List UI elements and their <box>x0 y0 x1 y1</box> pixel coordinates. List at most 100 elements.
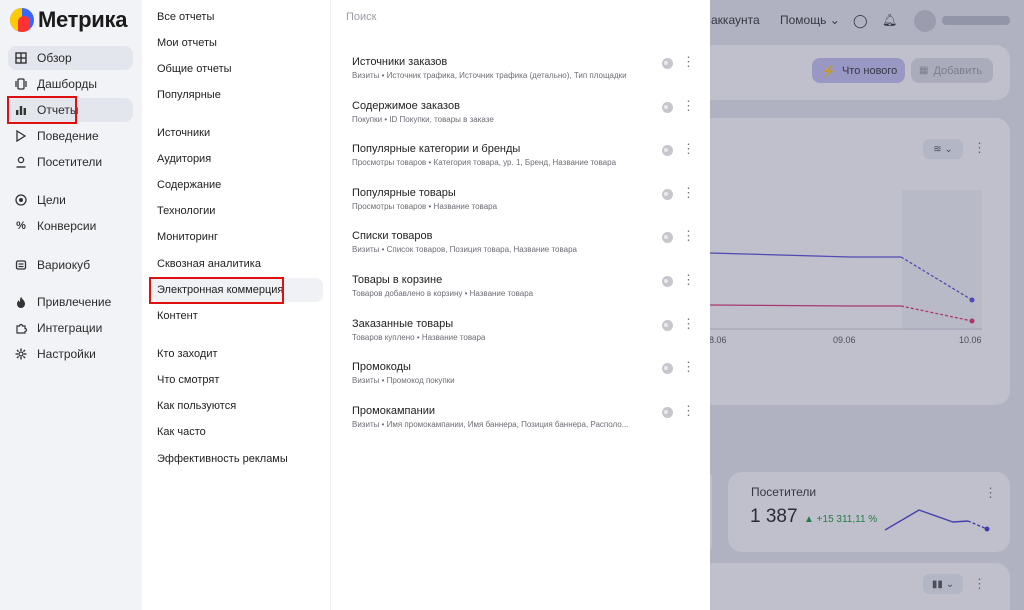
report-subtitle: Покупки • ID Покупки, товары в заказе <box>352 115 494 124</box>
category-how-often[interactable]: Как часто <box>151 420 323 444</box>
category-content[interactable]: Контент <box>151 304 323 328</box>
report-title: Промокоды <box>352 361 411 373</box>
rail-item-settings[interactable]: Настройки <box>8 342 133 366</box>
report-item[interactable]: Промокампании Визиты • Имя промокампании… <box>352 404 695 429</box>
chat-icon[interactable]: ◯ <box>853 13 868 29</box>
category-content-pages[interactable]: Содержание <box>151 173 323 197</box>
more-vert-icon[interactable]: ⋮ <box>682 186 695 199</box>
globe-icon[interactable] <box>662 232 673 243</box>
metrika-logo[interactable]: Метрика <box>10 7 127 33</box>
globe-icon[interactable] <box>662 363 673 374</box>
bottom-chart-type-select[interactable]: ▮▮ ⌄ <box>923 574 963 594</box>
left-rail: Метрика Обзор Дашборды Отчеты Поведение … <box>0 0 142 610</box>
report-subtitle: Товаров добавлено в корзину • Название т… <box>352 289 534 298</box>
metrika-logo-icon <box>10 8 34 32</box>
avatar[interactable] <box>914 10 936 32</box>
rail-item-behavior[interactable]: Поведение <box>8 124 133 148</box>
chart-type-select[interactable]: ≋ ⌄ <box>923 139 963 159</box>
rail-item-label: Дашборды <box>37 77 97 91</box>
axis-label: 8.06 <box>709 335 727 345</box>
axis-label: 10.06 <box>959 335 982 345</box>
rail-item-label: Вариокуб <box>37 258 91 272</box>
kpi-title: Посетители <box>751 485 817 499</box>
grid-icon <box>14 51 28 65</box>
category-my-reports[interactable]: Мои отчеты <box>151 31 323 55</box>
report-item[interactable]: Источники заказов Визиты • Источник траф… <box>352 55 695 80</box>
report-item[interactable]: Содержимое заказов Покупки • ID Покупки,… <box>352 99 695 124</box>
globe-icon[interactable] <box>662 320 673 331</box>
category-sources[interactable]: Источники <box>151 121 323 145</box>
globe-icon[interactable] <box>662 189 673 200</box>
report-item[interactable]: Популярные категории и бренды Просмотры … <box>352 142 695 167</box>
report-subtitle: Просмотры товаров • Категория товара, ур… <box>352 158 617 167</box>
report-item[interactable]: Популярные товары Просмотры товаров • На… <box>352 186 695 211</box>
logo-text: Метрика <box>38 7 128 32</box>
kpi-value: 1 387 <box>750 506 798 527</box>
globe-icon[interactable] <box>662 407 673 418</box>
report-subtitle: Визиты • Имя промокампании, Имя баннера,… <box>352 420 629 429</box>
globe-icon[interactable] <box>662 102 673 113</box>
whats-new-button[interactable]: ⚡ Что нового <box>812 58 905 83</box>
category-all-reports[interactable]: Все отчеты <box>151 5 323 29</box>
person-icon <box>14 155 28 169</box>
more-vert-icon[interactable]: ⋮ <box>682 404 695 417</box>
rail-item-goals[interactable]: Цели <box>8 188 133 212</box>
category-what-they-view[interactable]: Что смотрят <box>151 368 323 392</box>
category-shared-reports[interactable]: Общие отчеты <box>151 57 323 81</box>
more-vert-icon[interactable]: ⋮ <box>682 229 695 242</box>
report-item[interactable]: Списки товаров Визиты • Список товаров, … <box>352 229 695 254</box>
bell-icon[interactable]: 🔔︎ <box>882 13 897 27</box>
gear-icon <box>14 347 28 361</box>
more-vert-icon[interactable]: ⋮ <box>682 99 695 112</box>
rail-item-label: Интеграции <box>37 321 103 335</box>
axis-label: 09.06 <box>833 335 856 345</box>
category-monitoring[interactable]: Мониторинг <box>151 225 323 249</box>
category-audience[interactable]: Аудитория <box>151 147 323 171</box>
more-vert-icon[interactable]: ⋮ <box>682 142 695 155</box>
report-subtitle: Визиты • Промокод покупки <box>352 376 455 385</box>
category-how-they-use[interactable]: Как пользуются <box>151 394 323 418</box>
more-vert-icon[interactable]: ⋮ <box>682 360 695 373</box>
topbar-account-link[interactable]: аккаунта <box>711 13 760 27</box>
rail-item-variocube[interactable]: Вариокуб <box>8 253 133 277</box>
category-end-to-end-analytics[interactable]: Сквозная аналитика <box>151 252 323 276</box>
category-ad-effectiveness[interactable]: Эффективность рекламы <box>151 447 323 471</box>
ecommerce-highlight-box <box>149 277 284 304</box>
report-title: Товары в корзине <box>352 274 443 286</box>
report-subtitle: Визиты • Источник трафика, Источник траф… <box>352 71 627 80</box>
more-vert-icon[interactable]: ⋮ <box>682 55 695 68</box>
globe-icon[interactable] <box>662 145 673 156</box>
cube-icon <box>14 258 28 272</box>
rail-item-label: Поведение <box>37 129 99 143</box>
more-vert-icon[interactable]: ⋮ <box>682 273 695 286</box>
reports-panel: Поиск Источники заказов Визиты • Источни… <box>331 0 710 610</box>
rail-item-conversions[interactable]: % Конверсии <box>8 214 133 238</box>
search-input[interactable]: Поиск <box>346 11 376 23</box>
category-technologies[interactable]: Технологии <box>151 199 323 223</box>
rail-item-dashboards[interactable]: Дашборды <box>8 72 133 96</box>
category-who-visits[interactable]: Кто заходит <box>151 342 323 366</box>
add-button[interactable]: ▦ Добавить <box>911 58 993 83</box>
puzzle-icon <box>14 321 28 335</box>
report-item[interactable]: Товары в корзине Товаров добавлено в кор… <box>352 273 695 298</box>
more-vert-icon[interactable]: ⋮ <box>682 317 695 330</box>
topbar-help-menu[interactable]: Помощь ⌄ <box>780 13 840 27</box>
bottom-more-icon[interactable]: ⋮ <box>973 576 986 592</box>
category-popular[interactable]: Популярные <box>151 83 323 107</box>
report-title: Списки товаров <box>352 230 433 242</box>
username-blurred <box>942 16 1010 25</box>
percent-icon: % <box>16 220 26 232</box>
globe-icon[interactable] <box>662 276 673 287</box>
report-item[interactable]: Заказанные товары Товаров куплено • Назв… <box>352 317 695 342</box>
more-vert-icon[interactable]: ⋮ <box>973 140 986 156</box>
report-item[interactable]: Промокоды Визиты • Промокод покупки ⋮ <box>352 360 695 385</box>
kpi-more-icon[interactable]: ⋮ <box>984 485 997 501</box>
rail-item-integrations[interactable]: Интеграции <box>8 316 133 340</box>
bottom-card <box>700 563 1010 610</box>
report-subtitle: Товаров куплено • Название товара <box>352 333 486 342</box>
report-title: Источники заказов <box>352 56 448 68</box>
globe-icon[interactable] <box>662 58 673 69</box>
rail-item-acquisition[interactable]: Привлечение <box>8 290 133 314</box>
rail-item-overview[interactable]: Обзор <box>8 46 133 70</box>
rail-item-visitors[interactable]: Посетители <box>8 150 133 174</box>
